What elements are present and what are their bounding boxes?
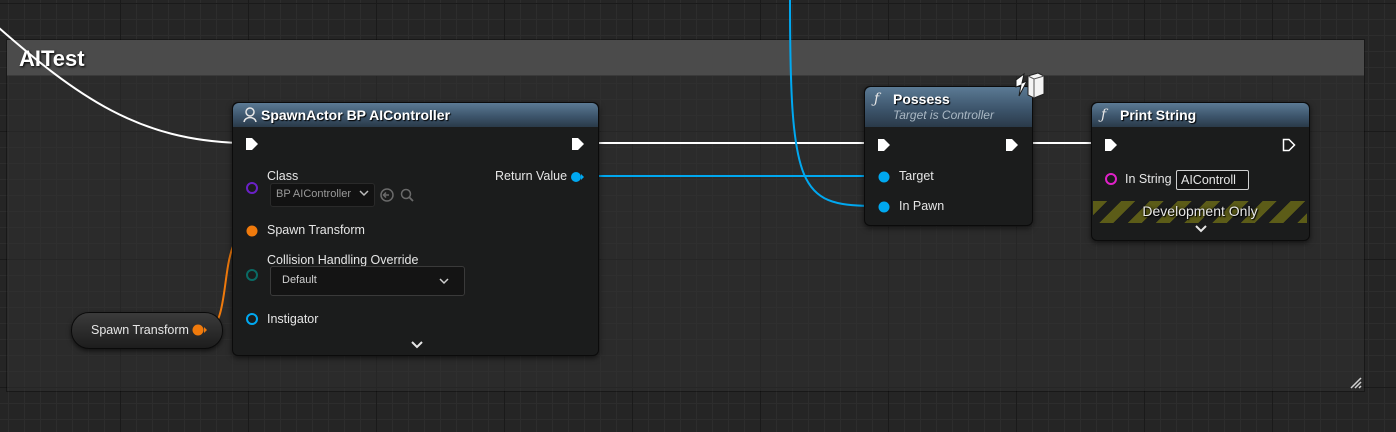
class-label: Class bbox=[267, 169, 299, 183]
exec-in-pin[interactable] bbox=[1104, 138, 1118, 152]
class-pin[interactable] bbox=[245, 181, 259, 195]
in-string-pin[interactable] bbox=[1104, 172, 1118, 186]
exec-out-pin[interactable] bbox=[1005, 138, 1019, 152]
comment-resize-grip[interactable] bbox=[1348, 375, 1362, 389]
in-pawn-label: In Pawn bbox=[899, 199, 945, 213]
server-icon bbox=[1015, 72, 1045, 99]
exec-out-pin[interactable] bbox=[571, 137, 585, 151]
comment-header[interactable]: AITest bbox=[7, 40, 1364, 76]
print-string-title: Print String bbox=[1120, 107, 1197, 123]
development-only-band: Development Only bbox=[1093, 201, 1307, 223]
use-selected-icon[interactable] bbox=[379, 187, 395, 203]
spawn-actor-node-header[interactable]: SpawnActor BP AIController bbox=[233, 103, 598, 127]
target-pin[interactable] bbox=[877, 170, 891, 184]
function-icon: ƒ bbox=[874, 91, 880, 107]
class-combo[interactable]: BP AIController bbox=[270, 183, 375, 207]
possess-title: Possess bbox=[893, 91, 950, 107]
spawn-actor-title: SpawnActor BP AIController bbox=[261, 107, 451, 123]
comment-title[interactable]: AITest bbox=[19, 46, 85, 72]
in-pawn-pin[interactable] bbox=[877, 200, 891, 214]
spawn-transform-variable-node[interactable]: Spawn Transform bbox=[71, 312, 223, 349]
class-combo-value: BP AIController bbox=[276, 188, 352, 200]
possess-node[interactable]: ƒ Possess Target is Controller Target In… bbox=[864, 86, 1033, 226]
chevron-down-icon bbox=[359, 190, 369, 197]
exec-in-pin[interactable] bbox=[877, 138, 891, 152]
expand-chevron-icon[interactable] bbox=[1194, 224, 1208, 234]
chevron-down-icon bbox=[439, 278, 449, 285]
possess-node-header[interactable]: ƒ Possess Target is Controller bbox=[865, 87, 1032, 127]
in-string-value: AIControll bbox=[1181, 173, 1236, 187]
in-string-label: In String bbox=[1125, 172, 1172, 186]
instigator-label: Instigator bbox=[267, 312, 319, 326]
spawn-transform-label: Spawn Transform bbox=[267, 223, 365, 237]
browse-icon[interactable] bbox=[399, 187, 415, 203]
spawn-actor-icon bbox=[243, 107, 257, 123]
return-value-label: Return Value bbox=[495, 169, 568, 183]
print-string-node[interactable]: ƒ Print String In String AIControll Deve… bbox=[1091, 102, 1310, 241]
spawn-transform-variable-pin[interactable] bbox=[192, 323, 208, 337]
development-only-label: Development Only bbox=[1142, 203, 1258, 219]
in-string-input[interactable]: AIControll bbox=[1176, 170, 1249, 190]
collision-dropdown[interactable]: Default bbox=[270, 266, 465, 296]
collision-label: Collision Handling Override bbox=[267, 253, 419, 267]
expand-chevron-icon[interactable] bbox=[410, 340, 424, 350]
return-value-pin[interactable] bbox=[570, 170, 584, 184]
spawn-transform-pin[interactable] bbox=[245, 224, 259, 238]
target-label: Target bbox=[899, 169, 934, 183]
print-string-node-header[interactable]: ƒ Print String bbox=[1092, 103, 1309, 127]
possess-subtitle: Target is Controller bbox=[893, 108, 994, 122]
exec-in-pin[interactable] bbox=[245, 137, 259, 151]
function-icon: ƒ bbox=[1101, 107, 1107, 123]
exec-out-pin[interactable] bbox=[1282, 138, 1296, 152]
collision-dropdown-value: Default bbox=[282, 274, 317, 286]
collision-pin[interactable] bbox=[245, 268, 259, 282]
spawn-transform-variable-label: Spawn Transform bbox=[91, 323, 189, 337]
spawn-actor-node[interactable]: SpawnActor BP AIController Class BP AICo… bbox=[232, 102, 599, 356]
instigator-pin[interactable] bbox=[245, 312, 259, 326]
